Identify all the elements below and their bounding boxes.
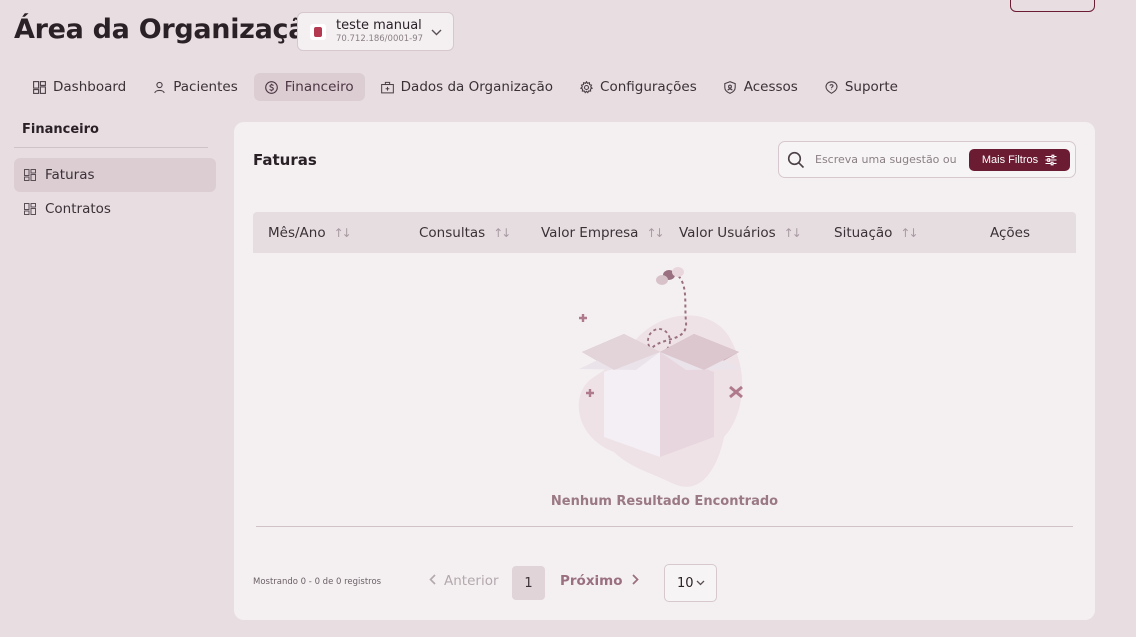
sort-icon: ↑↓ — [900, 225, 918, 240]
tab-label: Acessos — [743, 79, 798, 95]
panel-title: Faturas — [253, 151, 317, 169]
empty-state-text: Nenhum Resultado Encontrado — [550, 494, 779, 509]
grid-icon — [24, 203, 36, 215]
tab-acessos[interactable]: Acessos — [713, 73, 809, 101]
column-label: Valor Empresa — [541, 224, 639, 241]
grid-icon — [24, 169, 36, 181]
main-tabs: Dashboard Pacientes Financeiro Dados da … — [22, 73, 914, 101]
dollar-circle-icon — [264, 80, 278, 94]
column-label: Mês/Ano — [268, 224, 326, 241]
sliders-icon — [1045, 154, 1057, 166]
empty-box-illustration — [554, 262, 764, 501]
previous-page-button[interactable]: Anterior — [429, 573, 499, 589]
divider — [256, 526, 1073, 527]
dashboard-icon — [33, 80, 46, 94]
page-title: Área da Organização — [14, 14, 325, 45]
help-icon — [825, 80, 838, 94]
page-size-select[interactable]: 10 — [664, 564, 717, 602]
user-icon — [153, 81, 166, 94]
column-header-consultas[interactable]: Consultas ↑↓ — [419, 212, 511, 253]
sort-icon: ↑↓ — [646, 225, 664, 240]
faturas-panel: Faturas Mais Filtros Mês/Ano ↑↓ Consultas… — [234, 122, 1095, 620]
tab-dados-organizacao[interactable]: Dados da Organização — [370, 73, 564, 101]
sort-icon: ↑↓ — [333, 225, 352, 240]
sidebar-item-faturas[interactable]: Faturas — [14, 158, 216, 192]
previous-label: Anterior — [444, 573, 499, 589]
more-filters-label: Mais Filtros — [981, 153, 1039, 166]
tab-financeiro[interactable]: Financeiro — [253, 73, 365, 101]
organization-name: teste manual — [336, 18, 422, 34]
column-label: Consultas — [419, 224, 486, 241]
column-label: Ações — [990, 224, 1031, 241]
column-header-situacao[interactable]: Situação ↑↓ — [834, 212, 919, 253]
records-count-text: Mostrando 0 - 0 de 0 registros — [253, 577, 382, 587]
column-header-valor-usuarios[interactable]: Valor Usuários ↑↓ — [679, 212, 802, 253]
chevron-right-icon — [631, 573, 639, 589]
organization-logo — [310, 23, 326, 40]
column-label: Situação — [834, 224, 893, 241]
sidebar-item-label: Faturas — [45, 167, 95, 183]
sidebar-title: Financeiro — [14, 122, 208, 148]
sort-icon: ↑↓ — [783, 225, 802, 240]
search-bar: Mais Filtros — [778, 141, 1076, 178]
sidebar: Financeiro Faturas Contratos — [14, 122, 216, 226]
column-header-valor-empresa[interactable]: Valor Empresa ↑↓ — [541, 212, 665, 253]
tab-label: Dados da Organização — [400, 79, 554, 95]
header-action-button[interactable] — [1010, 0, 1095, 12]
sidebar-item-label: Contratos — [45, 201, 111, 217]
sidebar-item-contratos[interactable]: Contratos — [14, 192, 216, 226]
more-filters-button[interactable]: Mais Filtros — [969, 148, 1070, 171]
table-header: Mês/Ano ↑↓ Consultas ↑↓ Valor Empresa ↑↓ Va… — [253, 212, 1076, 253]
column-label: Valor Usuários — [679, 224, 776, 241]
search-icon — [787, 151, 805, 169]
page-number-button[interactable]: 1 — [512, 566, 545, 600]
page-size-value: 10 — [677, 575, 694, 591]
shield-icon — [724, 80, 737, 94]
briefcase-icon — [380, 81, 394, 94]
tab-label: Suporte — [844, 79, 898, 95]
organization-selector[interactable]: teste manual 70.712.186/0001-97 — [297, 12, 454, 51]
tab-label: Dashboard — [53, 79, 127, 95]
column-header-acoes: Ações — [990, 212, 1030, 253]
column-header-mes-ano[interactable]: Mês/Ano ↑↓ — [268, 212, 352, 253]
tab-dashboard[interactable]: Dashboard — [22, 73, 137, 101]
tab-suporte[interactable]: Suporte — [814, 73, 909, 101]
gear-icon — [580, 80, 594, 94]
chevron-down-icon — [431, 25, 442, 39]
tab-label: Pacientes — [173, 79, 238, 95]
next-page-button[interactable]: Próximo — [560, 573, 639, 589]
search-input[interactable] — [815, 153, 957, 166]
tab-pacientes[interactable]: Pacientes — [142, 73, 248, 101]
organization-cnpj: 70.712.186/0001-97 — [336, 33, 424, 44]
next-label: Próximo — [560, 573, 623, 589]
chevron-down-icon — [696, 578, 705, 589]
tab-label: Financeiro — [284, 79, 354, 95]
sort-icon: ↑↓ — [493, 225, 511, 240]
chevron-left-icon — [429, 573, 436, 589]
tab-label: Configurações — [600, 79, 697, 95]
tab-configuracoes[interactable]: Configurações — [569, 73, 708, 101]
